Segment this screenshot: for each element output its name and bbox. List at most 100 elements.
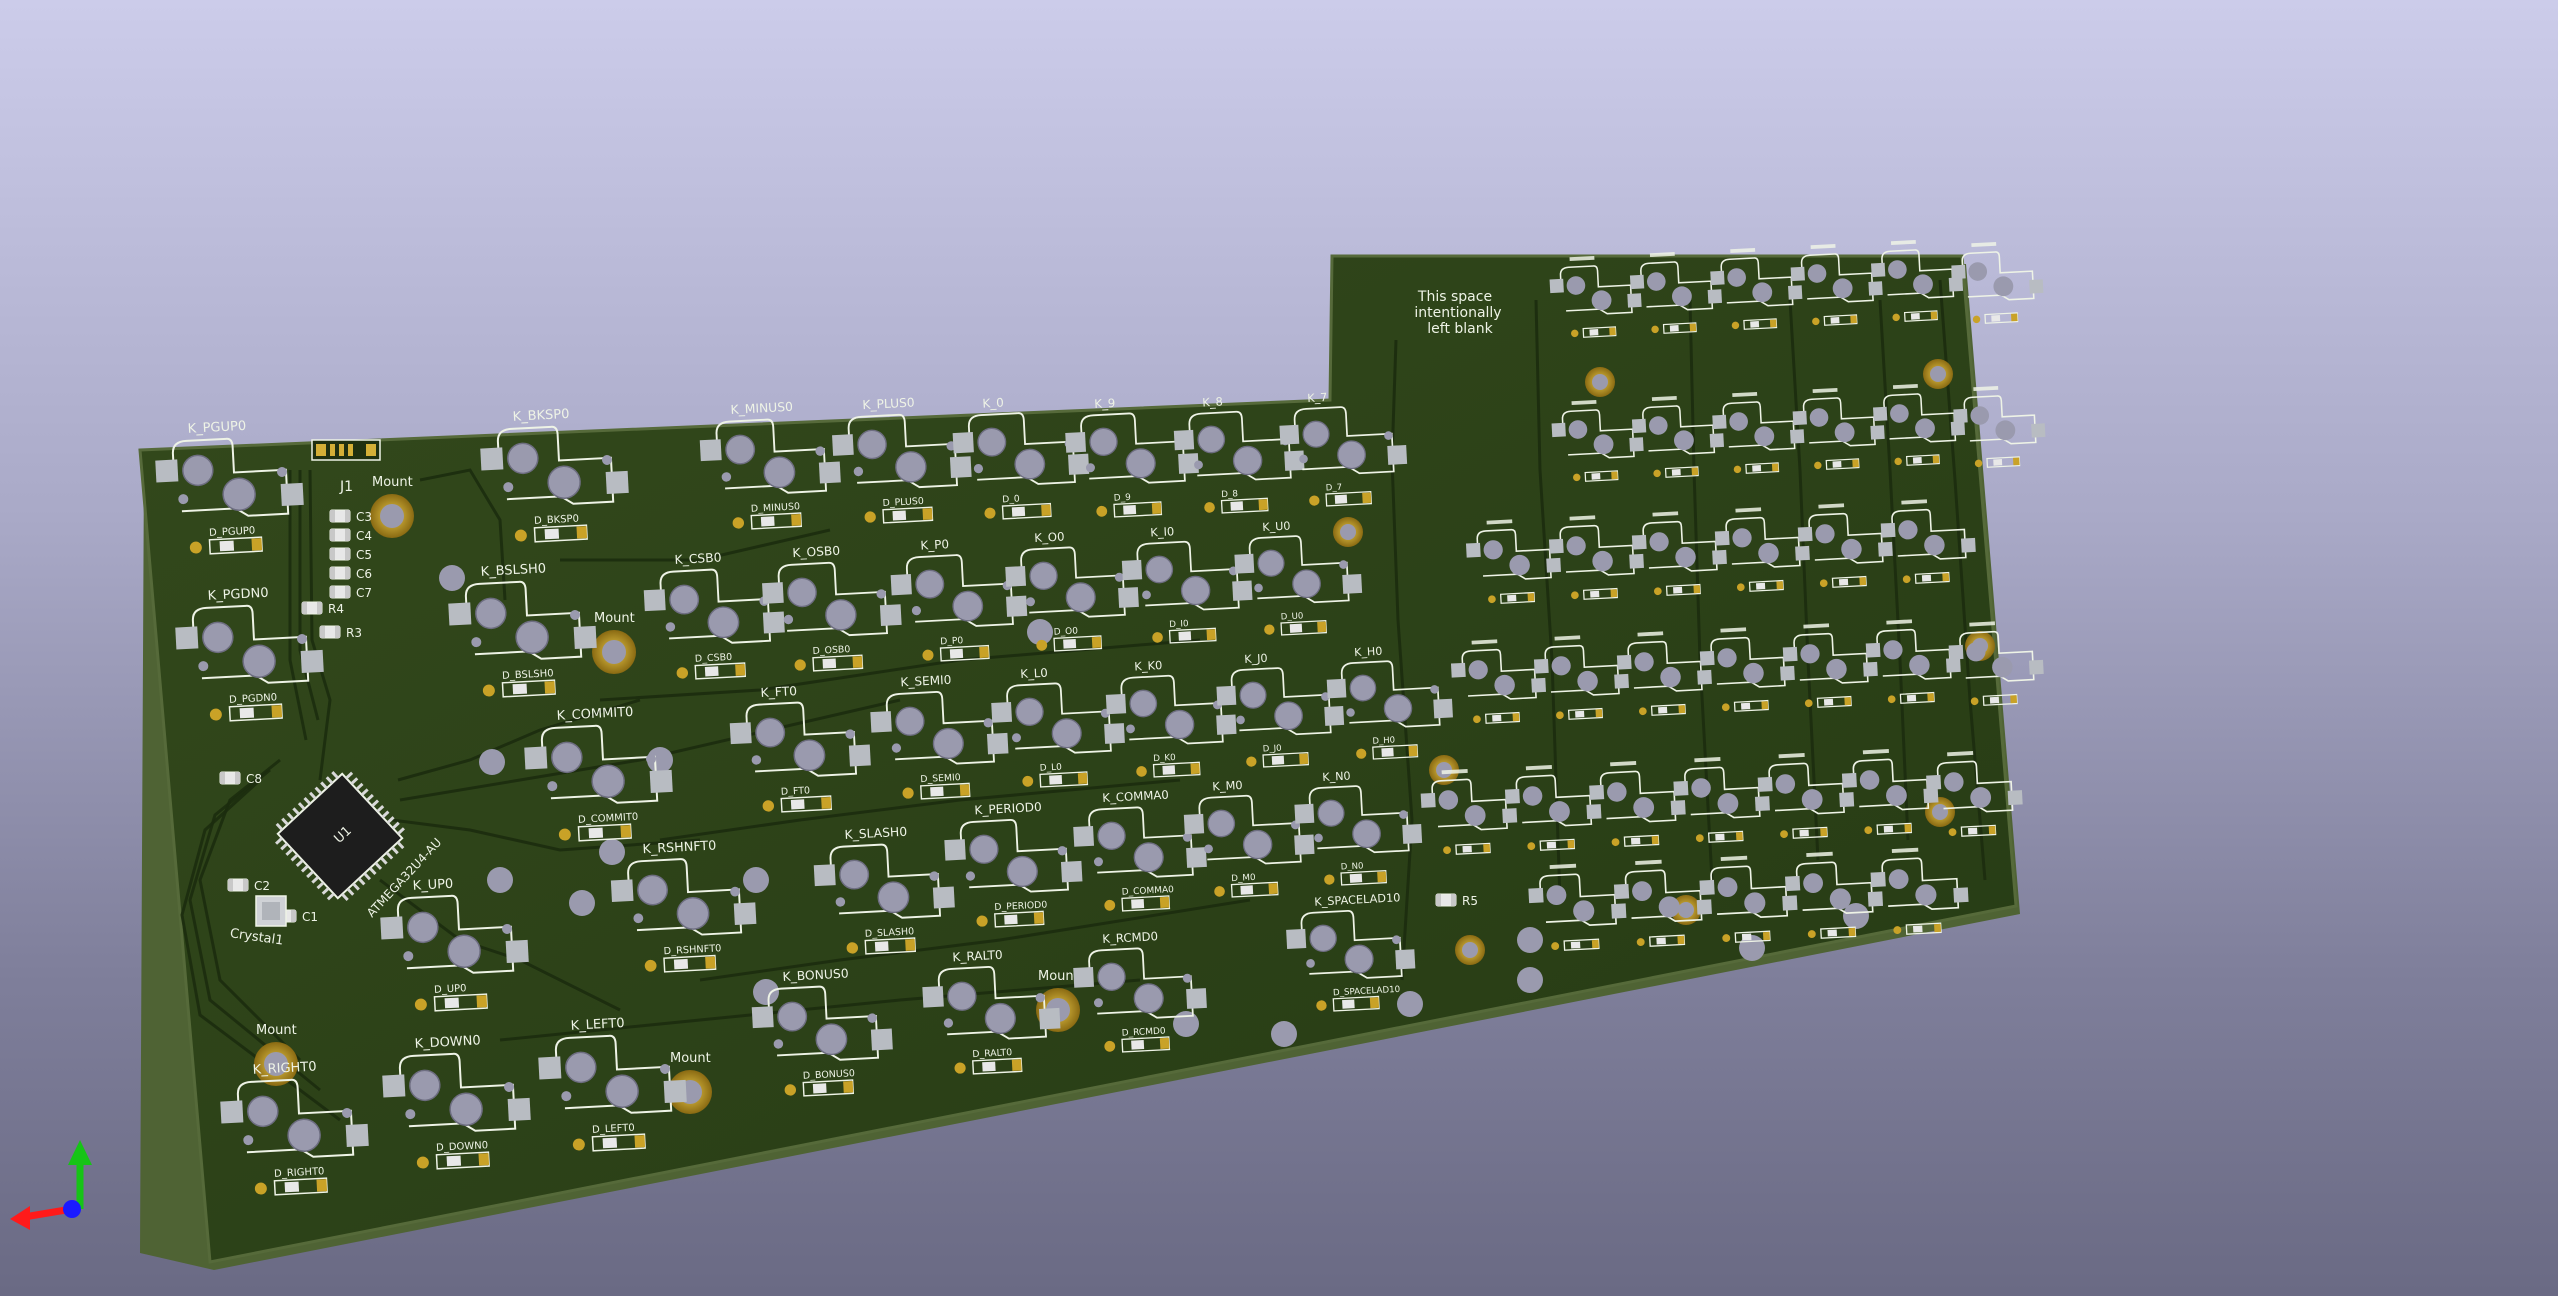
diode-body [1063, 639, 1077, 649]
pcb-board[interactable] [138, 254, 2018, 1264]
switch-pad [300, 649, 324, 674]
mount-label: Mount [256, 1023, 297, 1038]
diode-body [602, 1137, 618, 1149]
diode-pad [979, 646, 989, 658]
switch-pad [663, 1079, 687, 1104]
switch-hole [1014, 448, 1046, 480]
switch-pad [345, 1123, 369, 1148]
switch-pad [1294, 834, 1315, 855]
switch-hole [1065, 582, 1096, 613]
switch-hole [591, 764, 625, 798]
passive-ref-label: C6 [356, 567, 372, 581]
diode-body [1289, 623, 1303, 633]
passive-ref-label: C8 [246, 772, 262, 786]
switch-hole [755, 717, 786, 748]
switch-pad [1065, 431, 1087, 453]
switch-hole [952, 590, 984, 622]
diode-body [1349, 873, 1363, 883]
axis-z-icon [63, 1200, 81, 1218]
plain-hole [599, 839, 625, 865]
switch-hole [1274, 701, 1303, 731]
diode-pad [1091, 636, 1102, 649]
diode-body [446, 1155, 462, 1167]
key-ref-label: K_9 [1094, 396, 1116, 411]
switch-hole [669, 584, 700, 615]
connector-label: J1 [339, 479, 353, 495]
switch-hole [825, 599, 857, 631]
switch-hole [447, 934, 481, 968]
diode-pad [705, 956, 716, 969]
switch-hole [1133, 983, 1164, 1014]
switch-hole [984, 1002, 1016, 1035]
switch-pad [986, 732, 1009, 755]
switch-pad [1395, 949, 1416, 970]
switch-pad [1402, 823, 1423, 844]
switch-hole [1164, 709, 1195, 740]
diode-pad [1206, 629, 1216, 641]
diode-pad [1159, 1037, 1170, 1050]
diode-pad [634, 1135, 646, 1148]
passive-ref-label: C4 [356, 529, 372, 543]
switch-hole [287, 1118, 321, 1152]
key-ref-label: K_L0 [1020, 666, 1048, 681]
passive-ref-label: R5 [1462, 894, 1478, 908]
key-ref-label: K_0 [982, 395, 1004, 410]
switch-pad [870, 711, 892, 733]
diode-body [1342, 999, 1355, 1009]
diode-pad [922, 508, 933, 520]
switch-pad [610, 879, 634, 902]
switch-pad [280, 482, 304, 507]
diode-pad [1033, 912, 1044, 924]
diode-body [760, 516, 775, 527]
switch-pad [699, 439, 722, 462]
diode-ref-label: D_K0 [1153, 753, 1176, 764]
plain-hole [439, 565, 465, 591]
diode-body [874, 941, 889, 952]
diode-pad [620, 825, 632, 838]
switch-hole [1337, 440, 1366, 470]
diode-pad [1377, 871, 1387, 883]
switch-pad [649, 769, 673, 794]
switch-pad [818, 461, 841, 484]
diode-body [1230, 501, 1244, 511]
switch-hole [551, 741, 583, 774]
switch-hole [1292, 569, 1321, 599]
switch-hole [409, 1069, 441, 1102]
pcb-3d-scene[interactable]: MountMountMountMountMount K_PGUP0D_PGUP0… [0, 0, 2558, 1296]
passive-ref-label: C3 [356, 510, 372, 524]
passive-ref-label: R4 [328, 602, 344, 616]
diode-pad [271, 705, 283, 718]
key-ref-label: K_MINUS0 [730, 400, 793, 417]
switch-pad [991, 701, 1013, 723]
switch-hole [182, 454, 214, 487]
switch-pad [480, 447, 504, 471]
switch-hole [1006, 855, 1038, 888]
switch-pad [879, 604, 902, 626]
switch-hole [932, 727, 964, 760]
switch-hole [787, 577, 817, 608]
switch-pad [1387, 444, 1408, 465]
switch-pad [1216, 714, 1237, 735]
diode-ref-label: D_CSB0 [695, 652, 733, 665]
diode-body [1271, 755, 1285, 765]
switch-pad [1286, 928, 1307, 949]
switch-hole [1197, 425, 1226, 454]
key-ref-label: K_SEMI0 [900, 673, 952, 690]
key-ref-label: K_I0 [1150, 524, 1175, 539]
switch-hole [1309, 924, 1337, 953]
key-ref-label: K_OSB0 [792, 544, 840, 560]
switch-pad [870, 1028, 893, 1051]
diode-pad [1077, 772, 1088, 785]
mount-hole: Mount [370, 475, 414, 538]
switch-hole [877, 881, 910, 914]
switch-pad [507, 1097, 531, 1122]
switch-hole [1242, 829, 1273, 860]
switch-hole [1349, 674, 1377, 702]
key-ref-label: K_7 [1307, 391, 1328, 405]
mount-hole: Mount [592, 611, 636, 674]
axes-orientation-gizmo[interactable] [10, 1140, 92, 1230]
3d-viewer-viewport[interactable]: Mount Mount Mount Mount Mount K_PGUP0 D_PGUP0… [0, 0, 2558, 1296]
diode-pad [852, 656, 863, 668]
passive-ref-label: C7 [356, 586, 372, 600]
diode-pad [1317, 621, 1327, 633]
